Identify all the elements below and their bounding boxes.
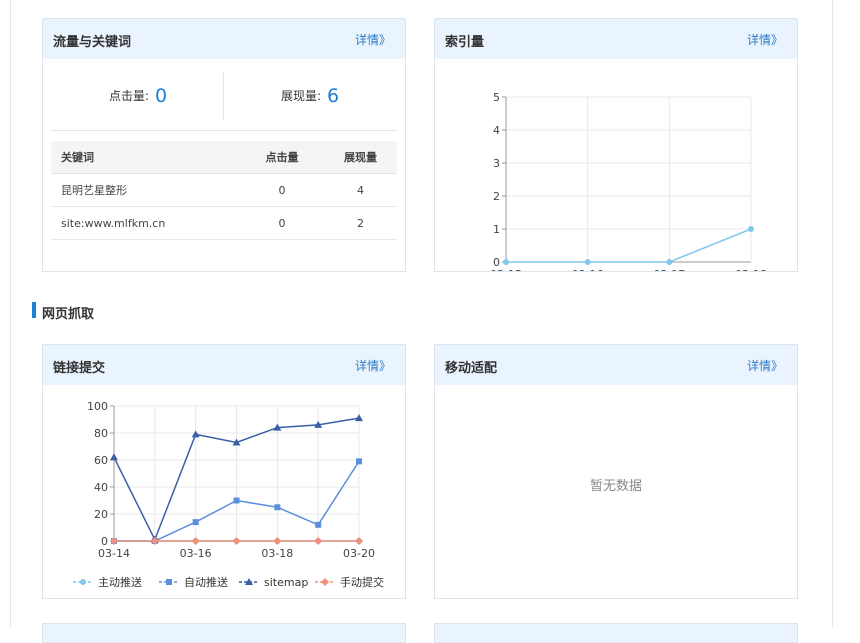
legend-marker	[166, 579, 172, 585]
keyword-cell: 昆明艺星整形	[51, 173, 240, 207]
impressions-stat: 展现量: 6	[281, 85, 339, 107]
link-submit-panel: 链接提交 详情》 0 20 40 60 80 100 03-14 03-16 03-18 03-2…	[42, 344, 406, 599]
keyword-table: 关键词 点击量 展现量 昆明艺星整形 0 4 site:www.mlfkm.cn…	[51, 141, 397, 240]
legend-marker	[321, 578, 329, 586]
link-submit-panel-title: 链接提交	[53, 361, 106, 376]
data-point	[314, 537, 323, 545]
impressions-value: 6	[327, 85, 340, 107]
section-title: 网页抓取	[42, 307, 95, 322]
data-point	[232, 537, 241, 545]
x-tick-label: 03-20	[343, 547, 375, 560]
traffic-panel-title: 流量与关键词	[53, 35, 132, 50]
data-point	[110, 453, 118, 461]
col-clicks: 点击量	[240, 141, 324, 174]
y-tick-label: 3	[493, 157, 500, 170]
y-tick-label: 2	[493, 190, 500, 203]
mobile-panel-header: 移动适配 详情》	[435, 345, 797, 385]
legend-label: 手动提交	[340, 575, 384, 589]
y-tick-label: 80	[94, 427, 108, 440]
clicks-value: 0	[155, 85, 168, 107]
y-tick-label: 20	[94, 508, 108, 521]
index-volume-panel-title: 索引量	[445, 35, 485, 50]
data-point	[315, 521, 322, 528]
clicks-label: 点击量:	[109, 89, 150, 103]
data-point	[273, 537, 282, 545]
data-point	[356, 458, 362, 465]
x-tick-label: 03-16	[180, 547, 212, 560]
traffic-panel-header: 流量与关键词 详情》	[43, 19, 405, 59]
mobile-details-link[interactable]: 详情》	[747, 357, 783, 374]
impressions-cell: 4	[324, 173, 397, 207]
y-tick-label: 4	[493, 124, 500, 137]
y-tick-label: 5	[493, 91, 500, 104]
col-keyword: 关键词	[51, 141, 240, 174]
right-edge-line	[832, 0, 833, 627]
legend-label: sitemap	[264, 576, 308, 589]
index-volume-details-link[interactable]: 详情》	[747, 31, 783, 48]
clicks-cell: 0	[240, 206, 324, 240]
legend-label: 主动推送	[98, 575, 142, 589]
next-panel-left	[42, 623, 406, 643]
traffic-details-link[interactable]: 详情》	[355, 31, 391, 48]
index-volume-chart: 01234503-1503-1603-1703-18	[490, 91, 767, 271]
data-point	[355, 537, 363, 545]
x-tick-label: 03-18	[261, 547, 293, 560]
data-point	[355, 414, 363, 422]
data-point	[666, 259, 673, 265]
impressions-label: 展现量:	[281, 89, 322, 103]
table-row: 昆明艺星整形 0 4	[51, 173, 397, 207]
keyword-table-header: 关键词 点击量 展现量	[51, 141, 397, 174]
link-submit-panel-header: 链接提交 详情》	[43, 345, 405, 385]
table-row: site:www.mlfkm.cn 0 2	[51, 206, 397, 240]
col-impressions: 展现量	[324, 141, 397, 174]
left-edge-line	[10, 0, 11, 627]
y-tick-label: 100	[87, 400, 108, 413]
x-tick-label: 03-18	[735, 268, 767, 271]
y-tick-label: 60	[94, 454, 108, 467]
data-point	[191, 430, 200, 438]
mobile-panel-title: 移动适配	[445, 361, 498, 376]
stat-divider	[223, 71, 224, 121]
x-tick-label: 03-16	[572, 268, 604, 271]
mobile-panel: 移动适配 详情》 暂无数据	[434, 344, 798, 599]
data-point	[503, 259, 509, 265]
mobile-empty-text: 暂无数据	[589, 479, 642, 494]
traffic-panel: 流量与关键词 详情》 点击量: 0 展现量: 6 关键词 点击量 展现量 昆明艺星整…	[42, 18, 406, 272]
link-submit-details-link[interactable]: 详情》	[355, 357, 391, 374]
index-volume-panel: 索引量 详情》 01234503-1503-1603-1703-18	[434, 18, 798, 272]
y-tick-label: 1	[493, 223, 500, 236]
data-point	[748, 226, 754, 232]
data-point	[233, 497, 240, 504]
index-volume-panel-header: 索引量 详情》	[435, 19, 797, 59]
stat-table-divider	[51, 130, 397, 131]
x-tick-label: 03-17	[653, 268, 685, 271]
keyword-cell: site:www.mlfkm.cn	[51, 206, 240, 240]
data-point	[191, 537, 200, 545]
data-point	[584, 259, 591, 265]
clicks-cell: 0	[240, 173, 324, 207]
legend-marker	[80, 579, 86, 585]
data-point	[274, 504, 281, 511]
clicks-stat: 点击量: 0	[109, 85, 167, 107]
series-line	[506, 228, 752, 263]
section-marker	[32, 302, 36, 318]
link-submit-chart: 02040608010003-14 03-16 03-18 03-20主动推送 自动推送…	[73, 400, 384, 589]
next-panel-right	[434, 623, 798, 643]
impressions-cell: 2	[324, 206, 397, 240]
data-point	[192, 519, 199, 526]
y-tick-label: 40	[94, 481, 108, 494]
x-tick-label: 03-15	[490, 268, 522, 271]
x-tick-label: 03-14	[98, 547, 130, 560]
legend-label: 自动推送	[184, 575, 228, 589]
